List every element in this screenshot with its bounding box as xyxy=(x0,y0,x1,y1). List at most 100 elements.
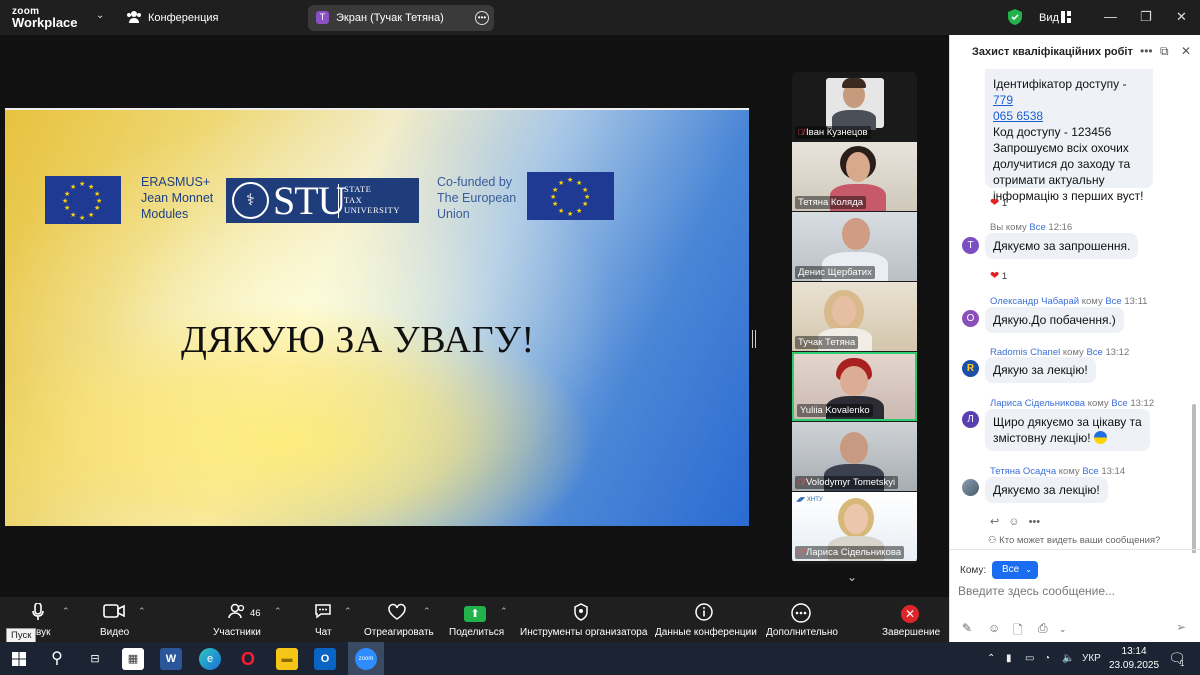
chat-message-bubble[interactable]: Дякуємо за запрошення. xyxy=(985,233,1139,259)
wifi-icon[interactable]: ◔ xyxy=(1044,653,1050,664)
search-icon[interactable]: ⚲ xyxy=(46,648,68,670)
view-layout-icon[interactable] xyxy=(1061,11,1071,26)
chat-header: Захист кваліфікаційних робіт ••• ⧉ ✕ xyxy=(950,35,1200,69)
react-button[interactable]: ⌃ Отреагировать xyxy=(363,597,443,642)
message-text: Ідентифікатор доступу - xyxy=(993,77,1127,91)
participants-button[interactable]: 46 ⌃ Участники xyxy=(210,597,290,642)
chevron-up-icon[interactable]: ⌃ xyxy=(500,606,508,617)
popout-icon[interactable]: ⧉ xyxy=(1160,44,1169,59)
end-meeting-button[interactable]: ✕ Завершение xyxy=(880,597,940,642)
participant-name-text: Тучак Тетяна xyxy=(798,337,856,348)
view-menu-label[interactable]: Вид xyxy=(1039,12,1059,24)
message-time: 13:14 xyxy=(1101,466,1126,477)
message-meta: Тетяна Осадча кому Все 13:14 xyxy=(990,466,1125,477)
restore-icon[interactable]: ❐ xyxy=(1140,9,1152,25)
zoom-app-icon[interactable]: zoom xyxy=(355,648,377,670)
erasmus-line: Jean Monnet xyxy=(141,191,214,205)
reaction-heart[interactable]: ❤ 1 xyxy=(990,269,1007,282)
recipient-label: Кому: xyxy=(960,565,987,576)
chat-scrollbar[interactable] xyxy=(1192,404,1196,553)
shared-screen-slide: ★ ★ ★ ★ ★ ★ ★ ★ ★ ★ ★ ★ ERASMUS+ Jean Monnet Module… xyxy=(5,108,749,526)
participant-head xyxy=(840,432,868,464)
conference-label[interactable]: Конференция xyxy=(148,12,218,24)
scroll-down-chevron-icon[interactable]: ⌄ xyxy=(847,570,857,584)
divider xyxy=(950,549,1200,550)
participant-tile-active-speaker[interactable]: Yuliia Kovalenko xyxy=(792,352,917,421)
microsoft-store-icon[interactable]: ▦ xyxy=(122,648,144,670)
more-options-icon[interactable]: ••• xyxy=(1140,44,1153,58)
chat-message-bubble[interactable]: Дякуємо за лекцію! xyxy=(985,477,1108,503)
send-icon[interactable]: ➢ xyxy=(1176,620,1186,634)
outlook-icon[interactable]: O xyxy=(314,648,336,670)
reaction-heart[interactable]: ❤ 1 xyxy=(990,196,1007,209)
recipient-dropdown[interactable]: Все ⌄ xyxy=(992,561,1038,579)
meeting-id-link[interactable]: 779 xyxy=(993,93,1013,107)
chat-message-bubble[interactable]: Щиро дякуємо за цікаву та змістовну лекц… xyxy=(985,409,1150,451)
participant-tile[interactable]: 🎙̸ Іван Кузнецов xyxy=(792,72,917,141)
usb-icon[interactable]: ▮ xyxy=(1006,653,1012,664)
participant-tile[interactable]: Тетяна Коляда xyxy=(792,142,917,211)
close-window-icon[interactable]: ✕ xyxy=(1176,9,1187,25)
taskbar-clock[interactable]: 13:14 23.09.2025 xyxy=(1109,645,1159,673)
participant-tile[interactable]: Денис Щербатих xyxy=(792,212,917,281)
chat-message-bubble[interactable]: ______ Ідентифікатор доступу - 779 065 6… xyxy=(985,69,1153,203)
more-options-icon xyxy=(791,603,811,628)
participant-tile[interactable]: ◢◤ ХНТУ 🎙̸ Лариса Сідельникова xyxy=(792,492,917,561)
chevron-down-icon[interactable]: ⌄ xyxy=(1059,624,1067,635)
battery-icon[interactable]: ▭ xyxy=(1025,653,1034,664)
chevron-down-icon[interactable]: ⌄ xyxy=(96,10,104,21)
chat-message-input[interactable] xyxy=(958,584,1190,598)
close-icon[interactable]: ✕ xyxy=(1181,44,1191,58)
emoji-reaction-icon[interactable]: ☺ xyxy=(1008,516,1019,528)
word-icon[interactable]: W xyxy=(160,648,182,670)
emoji-icon[interactable]: ☺ xyxy=(988,621,1000,635)
chat-message-bubble[interactable]: Дякую.До побачення.) xyxy=(985,307,1124,333)
chevron-up-icon[interactable]: ⌃ xyxy=(423,606,431,617)
host-tools-button[interactable]: Инструменты организатора xyxy=(520,597,647,642)
file-explorer-icon[interactable]: ▬ xyxy=(276,648,298,670)
windows-start-icon[interactable] xyxy=(8,648,30,670)
chevron-up-icon[interactable]: ⌃ xyxy=(987,653,995,664)
language-indicator[interactable]: УКР xyxy=(1082,653,1101,664)
security-shield-icon[interactable] xyxy=(1008,9,1022,28)
chevron-up-icon[interactable]: ⌃ xyxy=(344,606,352,617)
chat-message-bubble[interactable]: Дякую за лекцію! xyxy=(985,357,1096,383)
participant-name-text: Іван Кузнецов xyxy=(806,127,868,138)
format-text-icon[interactable]: ✎ xyxy=(962,621,972,635)
meeting-id-link[interactable]: 065 6538 xyxy=(993,109,1043,123)
zoom-workplace-logo[interactable]: zoom Workplace xyxy=(12,6,78,29)
edge-icon[interactable]: e xyxy=(199,648,221,670)
chat-message-list[interactable]: ______ Ідентифікатор доступу - 779 065 6… xyxy=(950,69,1200,553)
chevron-up-icon[interactable]: ⌃ xyxy=(274,606,282,617)
reply-icon[interactable]: ↩ xyxy=(990,516,999,528)
avatar: R xyxy=(962,360,979,377)
participant-tile[interactable]: 🎙̸ Volodymyr Tometskyi xyxy=(792,422,917,491)
screen-share-title: Экран (Тучак Тетяна) xyxy=(336,12,444,24)
panel-resize-handle[interactable] xyxy=(752,330,756,348)
cofunded-text: Co-funded by The European Union xyxy=(437,174,516,222)
stu-logo: ⚕ STU STATE TAX UNIVERSITY xyxy=(226,178,419,223)
more-button[interactable]: Дополнительно xyxy=(765,597,840,642)
conference-people-icon[interactable] xyxy=(126,10,142,27)
chevron-up-icon[interactable]: ⌃ xyxy=(138,606,146,617)
share-screen-button[interactable]: ⬆ ⌃ Поделиться xyxy=(448,597,518,642)
opera-icon[interactable]: O xyxy=(237,648,259,670)
more-options-icon[interactable]: ••• xyxy=(475,11,489,25)
chevron-up-icon[interactable]: ⌃ xyxy=(62,606,70,617)
participant-tile[interactable]: Тучак Тетяна xyxy=(792,282,917,351)
more-options-icon[interactable]: ••• xyxy=(1029,516,1041,528)
task-view-icon[interactable]: ⊟ xyxy=(84,648,106,670)
privacy-note[interactable]: ⚇ Кто может видеть ваши сообщения? xyxy=(988,535,1160,546)
screenshot-icon[interactable]: ⎙ xyxy=(1038,621,1048,636)
file-icon[interactable]: 🗋 xyxy=(1013,621,1023,642)
chat-button[interactable]: ⌃ Чат xyxy=(312,597,362,642)
video-button[interactable]: ⌃ Видео xyxy=(98,597,158,642)
cofunded-line: Union xyxy=(437,207,470,221)
participant-head xyxy=(840,366,868,396)
participant-name: Тетяна Коляда xyxy=(795,196,867,209)
screen-share-indicator[interactable]: T Экран (Тучак Тетяна) ••• xyxy=(308,5,494,31)
participant-name: 🎙̸ Volodymyr Tometskyi xyxy=(795,476,899,489)
volume-icon[interactable]: 🔈 xyxy=(1062,653,1074,664)
meeting-info-button[interactable]: Данные конференции xyxy=(655,597,757,642)
minimize-icon[interactable]: — xyxy=(1104,9,1117,24)
